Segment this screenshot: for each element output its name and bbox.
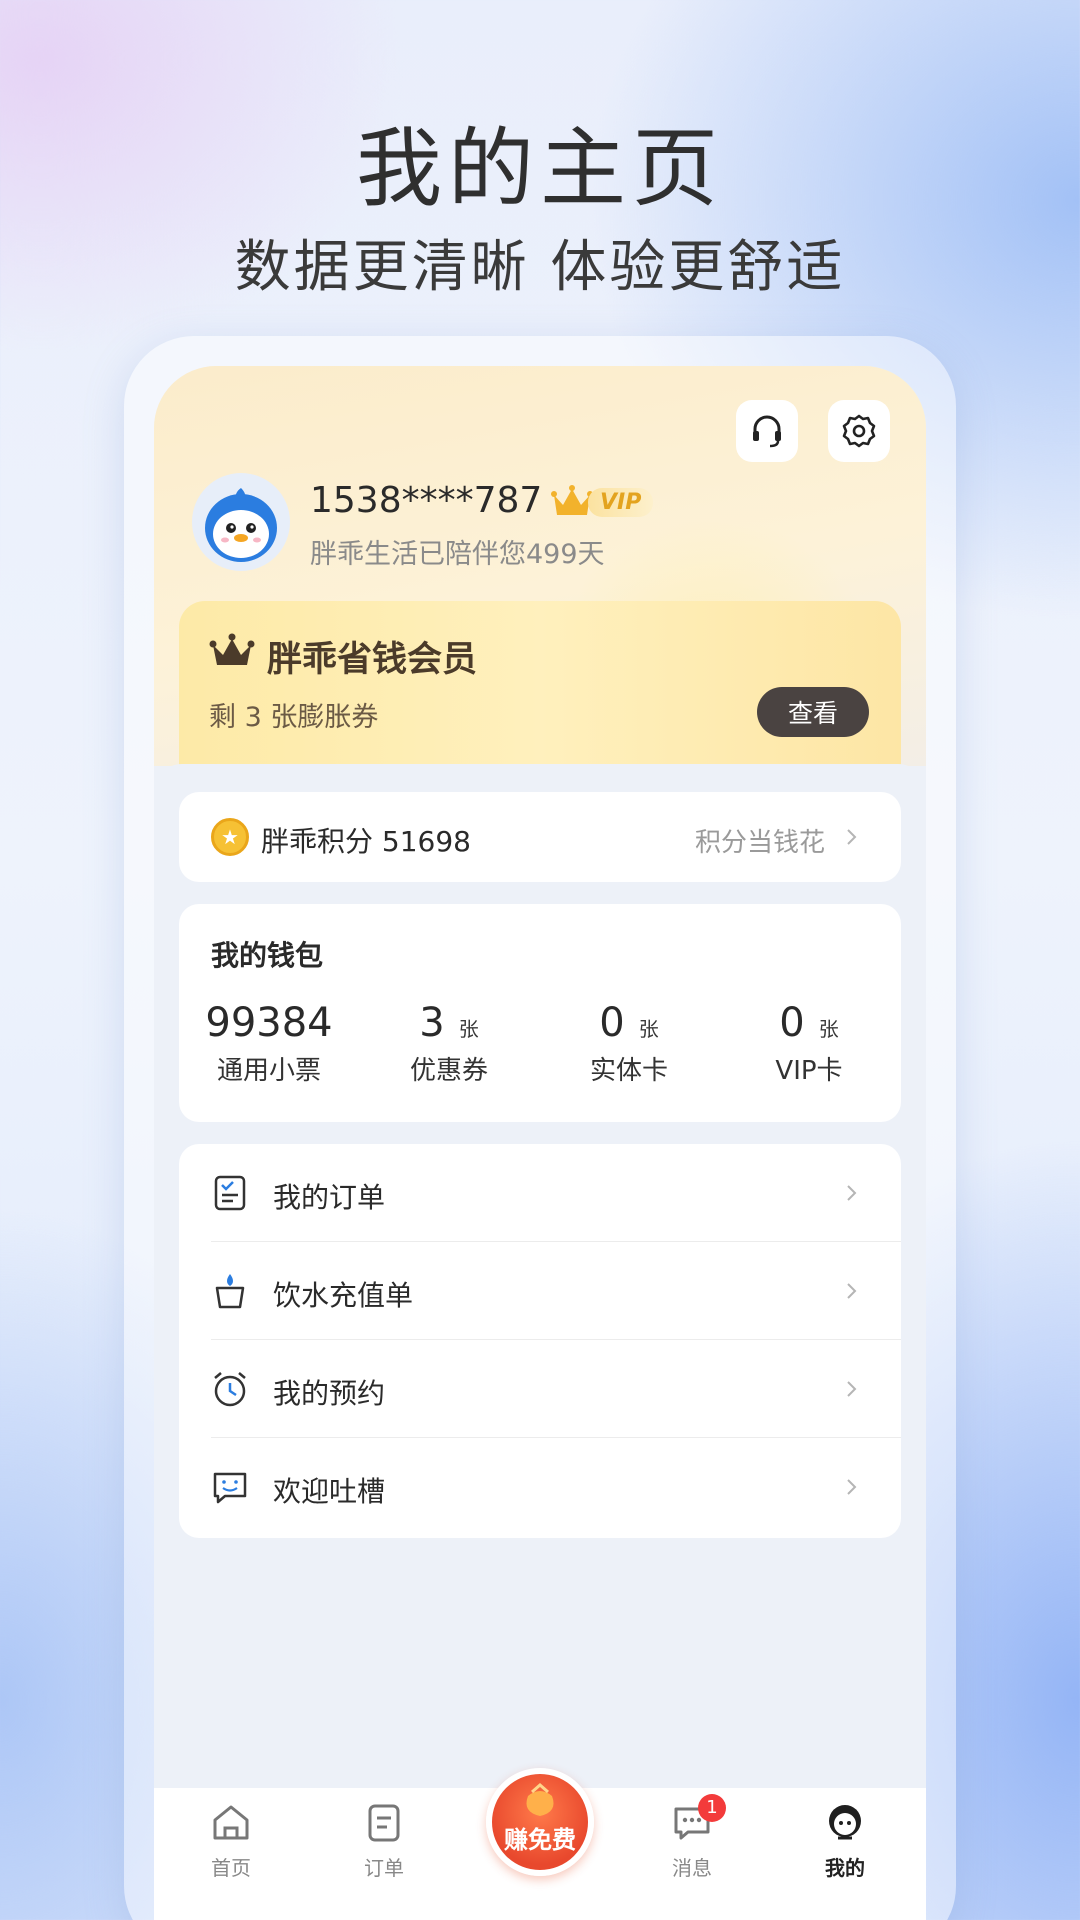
tab-label: 首页 <box>211 1856 251 1880</box>
settings-button[interactable] <box>828 400 890 462</box>
hero-subtitle: 数据更清晰 体验更舒适 <box>234 235 846 300</box>
wallet-item-tickets[interactable]: 99384 通用小票 <box>179 1000 359 1087</box>
tab-messages[interactable]: 1 消息 <box>642 1794 742 1881</box>
companion-days: 胖乖生活已陪伴您499天 <box>310 539 605 570</box>
chevron-right-icon <box>847 1381 857 1397</box>
view-button[interactable]: 查看 <box>757 687 869 737</box>
avatar[interactable] <box>192 473 290 571</box>
menu-item-label: 欢迎吐槽 <box>273 1475 386 1508</box>
wallet-value: 3 <box>419 1000 445 1046</box>
wallet-unit: 张 <box>818 1017 839 1041</box>
tab-label: 消息 <box>672 1856 712 1880</box>
tab-label: 订单 <box>364 1856 404 1880</box>
phone-screen: 1538****787 VIP 胖乖生活已陪伴您499天 胖乖省钱会员 剩 3 … <box>154 366 926 1920</box>
menu-item-label: 我的预约 <box>273 1377 386 1410</box>
menu-card: 我的订单 饮水充值单 我的预约 欢迎吐槽 <box>179 1144 901 1538</box>
wallet-item-physical-card[interactable]: 0张 实体卡 <box>539 1000 719 1087</box>
menu-item-orders[interactable]: 我的订单 <box>179 1144 901 1242</box>
earn-free-button[interactable]: 赚免费 <box>486 1768 594 1876</box>
chevron-right-icon <box>847 1185 857 1201</box>
wallet-label: 通用小票 <box>216 1056 321 1086</box>
member-title: 胖乖省钱会员 <box>267 640 478 680</box>
support-button[interactable] <box>736 400 798 462</box>
wallet-unit: 张 <box>458 1017 479 1041</box>
star-coin-icon: ★ <box>211 818 249 856</box>
wallet-label: VIP卡 <box>775 1056 843 1086</box>
member-subtitle: 剩 3 张膨胀券 <box>209 702 379 733</box>
feedback-chat-icon <box>213 1472 247 1504</box>
main-content: ★ 胖乖积分 51698 积分当钱花 我的钱包 99384 通用小票 3张 优惠… <box>154 764 926 1764</box>
chevron-right-icon <box>847 1479 857 1495</box>
wallet-value: 0 <box>779 1000 805 1046</box>
tab-home[interactable]: 首页 <box>181 1802 281 1881</box>
wallet-item-vip-card[interactable]: 0张 VIP卡 <box>719 1000 899 1087</box>
menu-item-reservations[interactable]: 我的预约 <box>179 1340 901 1438</box>
wallet-value: 99384 <box>205 1000 333 1046</box>
tab-orders[interactable]: 订单 <box>334 1802 434 1881</box>
document-icon <box>368 1804 400 1842</box>
profile-header: 1538****787 VIP 胖乖生活已陪伴您499天 胖乖省钱会员 剩 3 … <box>154 366 926 771</box>
wallet-item-coupons[interactable]: 3张 优惠券 <box>359 1000 539 1087</box>
profile-face-icon <box>829 1805 861 1840</box>
menu-item-label: 我的订单 <box>273 1181 386 1214</box>
penguin-avatar-icon <box>205 488 277 562</box>
points-link[interactable]: 积分当钱花 <box>695 822 825 859</box>
wallet-card: 我的钱包 99384 通用小票 3张 优惠券 0张 实体卡 0张 VIP卡 <box>179 904 901 1122</box>
gear-icon <box>842 414 876 448</box>
wallet-label: 实体卡 <box>589 1056 668 1086</box>
alarm-clock-icon <box>214 1372 246 1407</box>
tab-label: 我的 <box>825 1856 865 1880</box>
water-cup-icon <box>215 1274 245 1309</box>
vip-badge: VIP <box>550 482 654 522</box>
wallet-unit: 张 <box>638 1017 659 1041</box>
hero-title: 我的主页 <box>356 119 724 219</box>
bottom-tab-bar: 首页 订单 赚免费 1 消息 我的 <box>154 1768 926 1920</box>
member-card[interactable]: 胖乖省钱会员 剩 3 张膨胀券 查看 <box>179 601 901 771</box>
wallet-label: 优惠券 <box>409 1056 488 1086</box>
unread-badge: 1 <box>698 1794 726 1822</box>
chevron-right-icon <box>847 1283 857 1299</box>
menu-item-feedback[interactable]: 欢迎吐槽 <box>179 1438 901 1536</box>
home-icon <box>213 1805 249 1840</box>
earn-free-label: 赚免费 <box>504 1826 576 1854</box>
vip-label: VIP <box>588 487 654 517</box>
wallet-title: 我的钱包 <box>211 939 324 972</box>
clipboard-check-icon <box>214 1175 246 1211</box>
chevron-right-icon <box>847 829 857 845</box>
username: 1538****787 <box>310 480 543 521</box>
points-label: 胖乖积分 51698 <box>261 825 471 858</box>
menu-item-water-recharge[interactable]: 饮水充值单 <box>179 1242 901 1340</box>
wallet-value: 0 <box>599 1000 625 1046</box>
crown-icon <box>209 633 255 665</box>
money-bag-icon <box>526 1783 554 1816</box>
headset-icon <box>753 415 781 448</box>
points-card[interactable]: ★ 胖乖积分 51698 积分当钱花 <box>179 792 901 882</box>
tab-mine[interactable]: 我的 <box>795 1802 895 1881</box>
menu-item-label: 饮水充值单 <box>273 1279 414 1312</box>
